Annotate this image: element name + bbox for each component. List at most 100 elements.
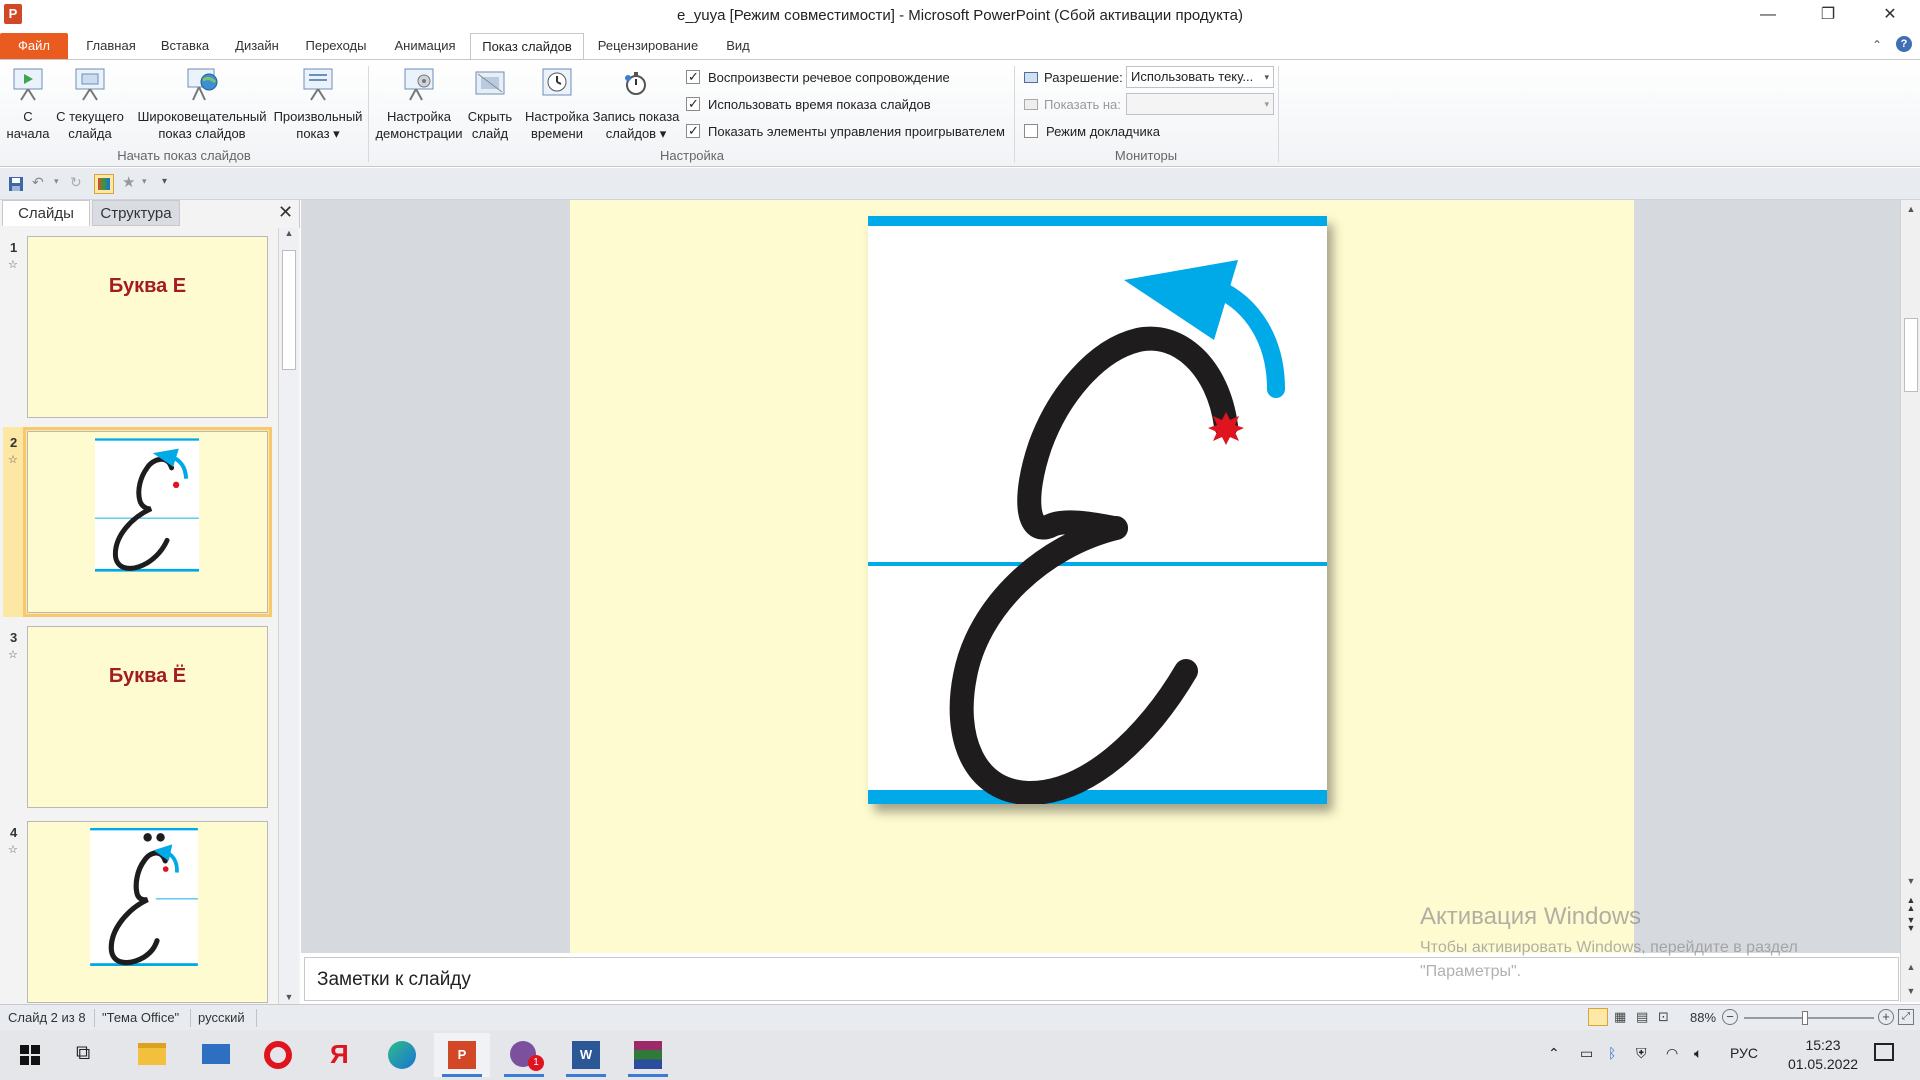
windows-start-icon[interactable] [20, 1045, 40, 1065]
tab-transitions[interactable]: Переходы [298, 33, 374, 60]
slideshow-view-icon[interactable]: ⊡ [1658, 1009, 1669, 1025]
panel-scrollbar[interactable]: ▲ ▼ [278, 228, 298, 1004]
zoom-out-icon[interactable]: − [1722, 1009, 1738, 1025]
close-button[interactable]: ✕ [1862, 0, 1918, 30]
zoom-in-icon[interactable]: + [1878, 1009, 1894, 1025]
scroll-down-icon[interactable]: ▼ [1901, 876, 1920, 886]
editor-scrollbar[interactable]: ▲ ▼ ▲ ▲ ▼ ▼ ▲ ▼ [1900, 200, 1920, 1002]
input-language[interactable]: РУС [1730, 1045, 1758, 1061]
hide-slide-button[interactable]: Скрыть слайд [466, 66, 514, 142]
fit-to-window-icon[interactable]: ⤢ [1898, 1009, 1914, 1025]
winrar-icon[interactable] [620, 1033, 676, 1077]
checkbox-box[interactable] [686, 94, 700, 114]
redo-icon[interactable]: ↻ [70, 174, 82, 191]
file-explorer-icon[interactable] [124, 1033, 180, 1077]
tab-slides[interactable]: Слайды [2, 200, 90, 226]
clock[interactable]: 15:23 01.05.2022 [1778, 1036, 1868, 1074]
checkbox-box[interactable] [686, 121, 700, 141]
scroll-up-icon[interactable]: ▲ [1901, 204, 1920, 214]
customize-qat-icon[interactable]: ▾ [162, 176, 167, 187]
mail-icon[interactable] [188, 1033, 244, 1077]
previous-slide-icon[interactable]: ▲ ▲ [1901, 896, 1920, 913]
undo-icon[interactable]: ↶ [32, 174, 44, 191]
close-panel-icon[interactable]: ✕ [278, 202, 293, 223]
help-icon[interactable]: ? [1896, 36, 1912, 52]
group-separator [368, 66, 369, 162]
show-on-label: Показать на: [1044, 97, 1121, 112]
tab-slideshow[interactable]: Показ слайдов [470, 33, 584, 60]
language-indicator[interactable]: русский [198, 1010, 245, 1025]
narration-checkbox[interactable]: Воспроизвести речевое сопровождение [686, 67, 950, 88]
notifications-icon[interactable] [1874, 1043, 1894, 1061]
device-icon[interactable]: ▭ [1580, 1045, 1593, 1062]
broadcast-slideshow-button[interactable]: Широковещательный показ слайдов [134, 66, 270, 142]
wifi-icon[interactable]: ◠ [1666, 1045, 1678, 1062]
tab-animation[interactable]: Анимация [386, 33, 464, 60]
tab-insert[interactable]: Вставка [154, 33, 216, 60]
slide-thumbnail-3[interactable]: Буква Ё [27, 626, 268, 808]
use-timings-checkbox[interactable]: Использовать время показа слайдов [686, 94, 931, 115]
zoom-slider[interactable] [1744, 1011, 1874, 1025]
theme-name[interactable]: "Тема Office" [102, 1010, 179, 1025]
theme-colors-icon[interactable] [94, 174, 114, 194]
task-view-icon[interactable]: ⧉ [76, 1042, 90, 1065]
viber-icon[interactable]: 1 [496, 1033, 552, 1077]
media-controls-checkbox[interactable]: Показать элементы управления проигрывате… [686, 121, 1005, 142]
slide-thumbnail-1[interactable]: Буква Е [27, 236, 268, 418]
show-hidden-icons[interactable]: ⌃ [1548, 1045, 1560, 1062]
tab-view[interactable]: Вид [716, 33, 760, 60]
next-slide-icon[interactable]: ▼ ▼ [1901, 916, 1920, 933]
undo-dropdown-icon[interactable]: ▾ [54, 176, 59, 187]
tab-design[interactable]: Дизайн [226, 33, 288, 60]
word-icon[interactable]: W [558, 1033, 614, 1077]
star-dropdown-icon[interactable]: ▾ [142, 176, 147, 187]
scroll-down-icon[interactable]: ▼ [279, 992, 299, 1002]
activation-watermark-text: Чтобы активировать Windows, перейдите в … [1420, 939, 1798, 980]
save-icon[interactable] [8, 176, 24, 192]
reading-view-icon[interactable]: ▤ [1636, 1009, 1648, 1025]
opera-icon[interactable] [250, 1033, 306, 1077]
checkbox-box[interactable] [1024, 124, 1038, 138]
tab-home[interactable]: Главная [80, 33, 142, 60]
slide-thumbnail-2[interactable] [23, 427, 272, 617]
scroll-up-icon[interactable]: ▲ [279, 228, 299, 238]
scroll-thumb[interactable] [282, 250, 296, 370]
setup-show-icon [404, 68, 434, 101]
slide-thumbnail-4[interactable] [27, 821, 268, 1003]
from-beginning-button[interactable]: С начала [4, 66, 52, 142]
notes-scroll-up-icon[interactable]: ▲ [1901, 962, 1920, 972]
setup-show-button[interactable]: Настройка демонстрации [374, 66, 464, 142]
bluetooth-icon[interactable]: ᛒ [1608, 1045, 1616, 1061]
chevron-down-icon: ▾ [1264, 99, 1269, 109]
record-slideshow-button[interactable]: Запись показа слайдов ▾ [592, 66, 680, 142]
slide-sorter-icon[interactable]: ▦ [1614, 1009, 1626, 1025]
show-on-select[interactable]: ▾ [1126, 93, 1274, 115]
checkbox-box[interactable] [686, 67, 700, 87]
minimize-button[interactable]: — [1740, 0, 1796, 30]
volume-icon[interactable]: 🔈︎ [1694, 1045, 1702, 1062]
zoom-level[interactable]: 88% [1690, 1010, 1716, 1025]
tab-file[interactable]: Файл [0, 33, 68, 60]
status-separator [190, 1009, 191, 1027]
rehearse-timings-button[interactable]: Настройка времени [522, 66, 592, 142]
presenter-view-checkbox[interactable]: Режим докладчика [1024, 122, 1160, 142]
help-caret-icon[interactable]: ⌃ [1872, 38, 1882, 52]
letter-card[interactable] [868, 216, 1327, 804]
yandex-browser-icon[interactable]: Я [312, 1033, 368, 1077]
custom-show-button[interactable]: Произвольный показ ▾ [272, 66, 364, 142]
edge-icon[interactable] [374, 1033, 430, 1077]
security-icon[interactable]: ⛨ [1636, 1045, 1647, 1062]
normal-view-icon[interactable] [1588, 1008, 1608, 1026]
scroll-thumb[interactable] [1904, 318, 1918, 392]
powerpoint-taskbar-icon[interactable]: P [434, 1033, 490, 1077]
slides-panel: Слайды Структура ✕ 1 ☆ Буква Е 2 ☆ 3 ☆ Б… [0, 200, 300, 1004]
thumbnails-list: 1 ☆ Буква Е 2 ☆ 3 ☆ Буква Ё 4 ☆ ▲ ▼ [0, 228, 300, 1004]
notes-scroll-down-icon[interactable]: ▼ [1901, 986, 1920, 996]
tab-review[interactable]: Рецензирование [592, 33, 704, 60]
restore-button[interactable]: ❐ [1800, 0, 1856, 30]
tab-outline[interactable]: Структура [92, 200, 180, 226]
zoom-slider-thumb[interactable] [1802, 1011, 1808, 1025]
from-current-slide-button[interactable]: С текущего слайда [54, 66, 126, 142]
star-icon[interactable]: ★ [122, 173, 135, 191]
resolution-select[interactable]: Использовать теку... ▾ [1126, 66, 1274, 88]
